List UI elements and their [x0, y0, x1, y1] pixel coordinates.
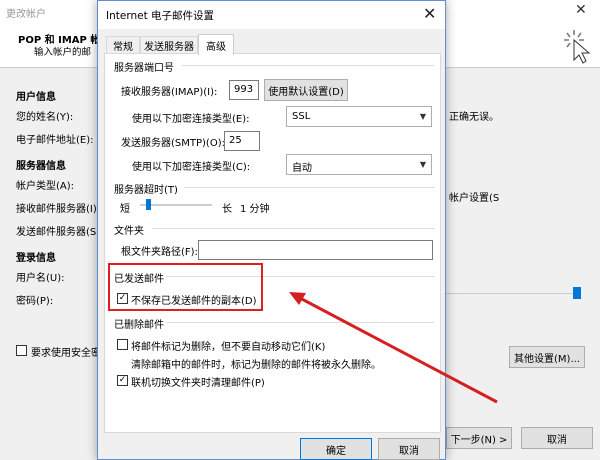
background-right-text-2: 帐户设置(S — [449, 193, 500, 204]
section-deleted-items: 已删除邮件 — [114, 320, 164, 331]
outgoing-encryption-value: 自动 — [292, 163, 312, 174]
background-slider-thumb[interactable] — [573, 287, 581, 299]
timeout-value: 1 分钟 — [240, 204, 270, 215]
chevron-down-icon: ▼ — [419, 112, 427, 121]
section-login-info: 登录信息 — [16, 253, 56, 264]
require-secure-checkbox[interactable] — [16, 345, 27, 356]
section-divider — [166, 322, 434, 323]
label-incoming-server: 接收邮件服务器(I): — [16, 204, 101, 215]
wait-cursor-icon — [564, 30, 591, 64]
background-header-subtitle: 输入帐户的邮 — [34, 47, 92, 58]
section-server-ports: 服务器端口号 — [114, 63, 174, 74]
tab-advanced[interactable]: 高级 — [198, 34, 234, 55]
section-divider — [182, 65, 434, 66]
timeout-short-label: 短 — [120, 204, 130, 215]
incoming-encryption-value: SSL — [292, 111, 311, 122]
timeout-slider-thumb[interactable] — [146, 199, 151, 210]
outgoing-encryption-select[interactable]: 自动 ▼ — [286, 154, 432, 175]
timeout-long-label: 长 — [222, 204, 232, 215]
use-defaults-button[interactable]: 使用默认设置(D) — [264, 79, 348, 101]
tab-outgoing-server[interactable]: 发送服务器 — [140, 36, 198, 54]
label-account-type: 帐户类型(A): — [16, 181, 75, 192]
ok-button[interactable]: 确定 — [300, 438, 372, 460]
section-divider — [184, 187, 434, 188]
section-folders: 文件夹 — [114, 226, 144, 237]
outgoing-port-input[interactable]: 25 — [224, 131, 260, 151]
background-slider-track — [440, 293, 580, 294]
background-close-icon[interactable]: ✕ — [575, 2, 587, 18]
label-root-folder: 根文件夹路径(F): — [121, 247, 198, 258]
label-outgoing-smtp: 发送服务器(SMTP)(O): — [121, 138, 225, 149]
dialog-titlebar: Internet 电子邮件设置 ✕ — [98, 1, 445, 29]
label-your-name: 您的姓名(Y): — [16, 112, 74, 123]
background-cancel-button[interactable]: 取消 — [521, 427, 593, 449]
tab-general[interactable]: 常规 — [106, 36, 140, 54]
label-incoming-encryption: 使用以下加密连接类型(E): — [132, 114, 250, 125]
mark-for-deletion-label: 将邮件标记为删除，但不要自动移动它们(K) — [131, 342, 326, 353]
more-settings-button[interactable]: 其他设置(M)... — [509, 346, 585, 368]
label-outgoing-server: 发送邮件服务器(SM — [16, 227, 105, 238]
background-window-title: 更改帐户 — [6, 9, 46, 20]
next-button[interactable]: 下一步(N) > — [446, 427, 512, 449]
section-user-info: 用户信息 — [16, 92, 56, 103]
section-server-timeout: 服务器超时(T) — [114, 185, 178, 196]
purge-note: 清除邮箱中的邮件时，标记为删除的邮件将被永久删除。 — [131, 360, 381, 371]
incoming-port-input[interactable]: 993 — [229, 80, 259, 100]
require-secure-label: 要求使用安全密 — [31, 348, 101, 359]
dialog-close-icon[interactable]: ✕ — [423, 4, 436, 23]
section-server-info: 服务器信息 — [16, 161, 66, 172]
label-outgoing-encryption: 使用以下加密连接类型(C): — [132, 162, 251, 173]
section-divider — [152, 228, 434, 229]
background-right-text-1: 正确无误。 — [449, 112, 499, 123]
label-email-address: 电子邮件地址(E): — [16, 135, 94, 146]
highlight-box — [108, 263, 263, 311]
root-folder-input[interactable] — [198, 240, 433, 260]
mark-for-deletion-checkbox[interactable] — [117, 339, 128, 350]
label-username: 用户名(U): — [16, 273, 65, 284]
dialog-cancel-button[interactable]: 取消 — [378, 438, 440, 460]
chevron-down-icon: ▼ — [419, 160, 427, 169]
purge-on-switch-checkbox[interactable]: ✓ — [117, 375, 128, 386]
label-password: 密码(P): — [16, 296, 54, 307]
dialog-title: Internet 电子邮件设置 — [106, 10, 215, 22]
incoming-encryption-select[interactable]: SSL ▼ — [286, 106, 432, 127]
label-incoming-imap: 接收服务器(IMAP)(I): — [121, 87, 218, 98]
purge-on-switch-label: 联机切换文件夹时清理邮件(P) — [131, 378, 265, 389]
